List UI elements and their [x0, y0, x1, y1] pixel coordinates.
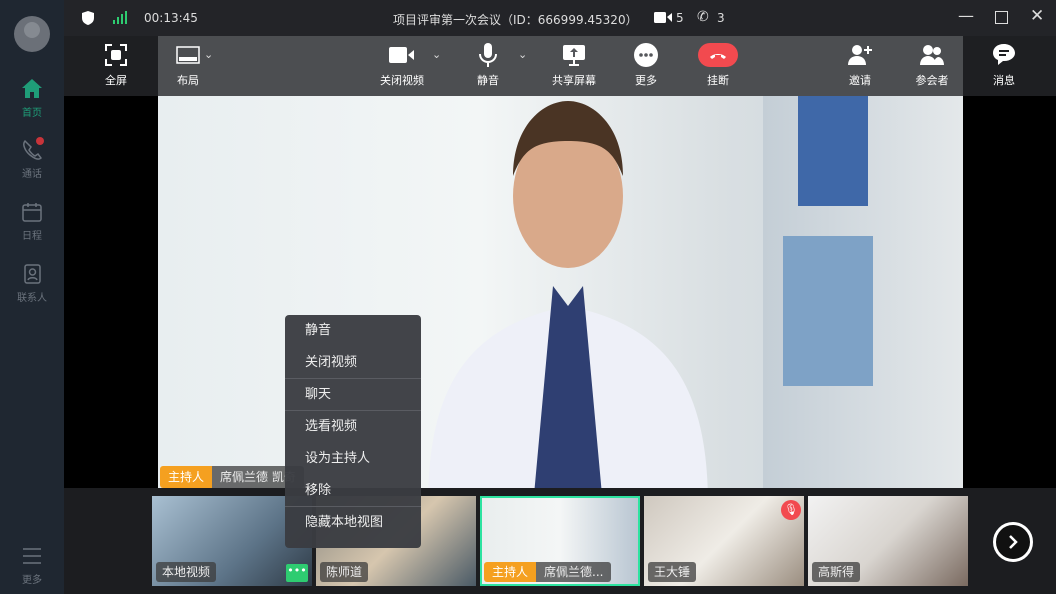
sidebar-more[interactable]: 更多	[0, 545, 64, 586]
menu-item-make-host[interactable]: 设为主持人	[285, 443, 421, 475]
share-screen-icon	[544, 42, 604, 68]
menu-item-mute[interactable]: 静音	[285, 315, 421, 347]
participant-strip: 本地视频 ••• 陈师道 主持人 席佩兰德... 王大锤 🎙 高斯得	[64, 488, 1056, 594]
thumb-participant[interactable]: 王大锤 🎙	[644, 496, 804, 586]
hangup-button[interactable]: 挂断	[688, 42, 748, 88]
avatar[interactable]	[14, 16, 50, 52]
hangup-icon	[688, 42, 748, 68]
thumb-more-button[interactable]: •••	[286, 564, 308, 582]
fullscreen-button[interactable]: 全屏	[86, 42, 146, 88]
mute-button[interactable]: 静音	[458, 42, 518, 88]
signal-icon	[113, 11, 127, 24]
menu-item-hide-local-view[interactable]: 隐藏本地视图	[285, 507, 421, 539]
chevron-right-icon	[1009, 535, 1018, 549]
sidebar-item-home[interactable]: 首页	[0, 78, 64, 119]
meeting-title: 项目评审第一次会议（ID：666999.45320）	[393, 13, 638, 27]
meeting-toolbar: 全屏 布局 ⌄ 关闭视频 ⌄ 静音 ⌄ 共享屏幕 更多 挂断 邀请 参会者 消息	[64, 36, 1056, 96]
invite-button[interactable]: 邀请	[830, 42, 890, 88]
stop-video-button[interactable]: 关闭视频	[372, 42, 432, 88]
video-camera-icon	[372, 42, 432, 68]
phone-count-icon: ✆	[697, 9, 709, 25]
sidebar: 首页 通话 日程 联系人 更多	[0, 0, 64, 594]
minimize-button[interactable]: —	[958, 6, 974, 25]
thumb-host-selected[interactable]: 主持人 席佩兰德...	[480, 496, 640, 586]
sidebar-item-contacts[interactable]: 联系人	[0, 263, 64, 304]
menu-item-select-video[interactable]: 选看视频	[285, 411, 421, 443]
maximize-button[interactable]	[995, 11, 1008, 24]
contacts-icon	[24, 264, 41, 284]
next-page-button[interactable]	[993, 522, 1033, 562]
meeting-timer: 00:13:45	[144, 11, 198, 25]
menu-item-remove[interactable]: 移除	[285, 475, 421, 507]
main-video[interactable]: 主持人 席佩兰德 凯奇	[158, 96, 963, 488]
microphone-icon	[458, 42, 518, 68]
muted-mic-icon: 🎙	[781, 500, 801, 520]
menu-item-chat[interactable]: 聊天	[285, 379, 421, 411]
more-dots-icon	[616, 42, 676, 68]
video-count-icon	[654, 12, 672, 23]
thumb-participant[interactable]: 高斯得	[808, 496, 968, 586]
host-badge: 主持人	[160, 466, 213, 488]
fullscreen-icon	[86, 42, 146, 68]
notification-badge	[36, 137, 44, 145]
add-user-icon	[830, 42, 890, 68]
more-button[interactable]: 更多	[616, 42, 676, 88]
close-button[interactable]: ✕	[1030, 6, 1044, 26]
share-screen-button[interactable]: 共享屏幕	[544, 42, 604, 88]
participants-icon	[902, 42, 962, 68]
sidebar-item-calls[interactable]: 通话	[0, 137, 64, 180]
participant-video	[428, 101, 708, 488]
calendar-icon	[22, 203, 42, 222]
home-icon	[22, 79, 42, 98]
audio-options-chevron-icon[interactable]: ⌄	[518, 48, 527, 61]
menu-item-stop-video[interactable]: 关闭视频	[285, 347, 421, 379]
messages-button[interactable]: 消息	[974, 42, 1034, 88]
security-shield-icon	[82, 11, 94, 25]
participants-button[interactable]: 参会者	[902, 42, 962, 88]
menu-icon	[23, 548, 41, 564]
sidebar-item-schedule[interactable]: 日程	[0, 201, 64, 242]
title-bar: 00:13:45 项目评审第一次会议（ID：666999.45320） 5 ✆ …	[64, 0, 1056, 36]
chat-bubble-icon	[974, 42, 1034, 68]
participant-context-menu: 静音 关闭视频 聊天 选看视频 设为主持人 移除 隐藏本地视图	[285, 315, 421, 548]
video-options-chevron-icon[interactable]: ⌄	[432, 48, 441, 61]
layout-chevron-icon[interactable]: ⌄	[204, 48, 213, 61]
